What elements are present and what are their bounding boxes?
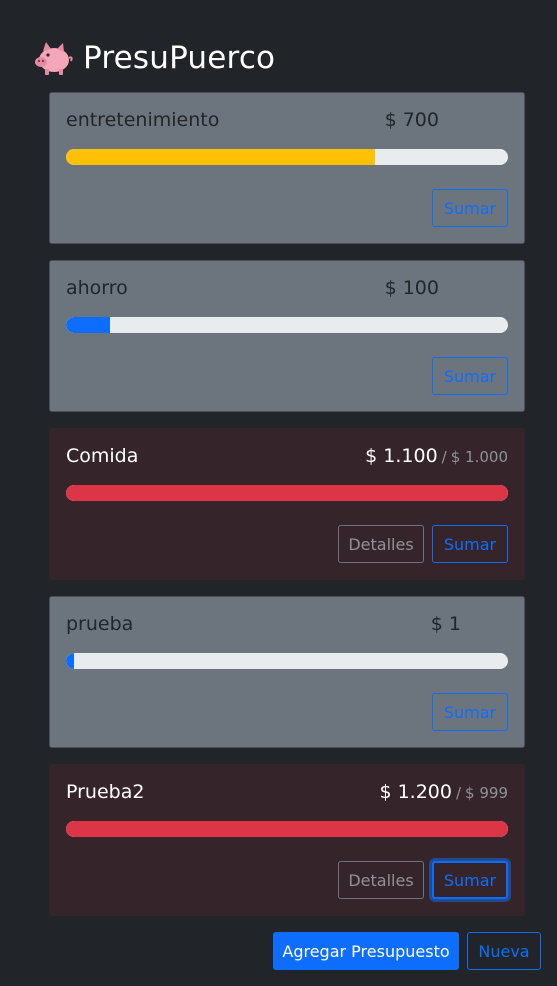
add-amount-button[interactable]: Sumar [432, 525, 508, 563]
progress-bar [66, 149, 508, 165]
add-amount-button[interactable]: Sumar [432, 357, 508, 395]
details-button[interactable]: Detalles [338, 861, 424, 899]
progress-bar [66, 653, 508, 669]
add-amount-button[interactable]: Sumar [432, 693, 508, 731]
budget-amount-group: $ 100 [385, 277, 439, 299]
app-title: PresuPuerco [83, 40, 276, 76]
budget-card: Comida $ 1.100/$ 1.000 Detalles Sumar [49, 428, 525, 580]
progress-fill [66, 485, 508, 501]
budget-amount-group: $ 700 [385, 109, 439, 131]
budget-amount-group: $ 1.100/$ 1.000 [365, 445, 508, 467]
budget-amount: $ 100 [384, 277, 439, 299]
budget-amount-group: $ 1 [431, 613, 461, 635]
progress-fill [66, 149, 376, 165]
budget-name: ahorro [66, 277, 128, 299]
progress-fill [66, 653, 74, 669]
progress-bar [66, 485, 508, 501]
budget-list: entretenimiento $ 700 Sumar ahorro $ 100 Suma… [49, 92, 525, 932]
budget-amount-group: $ 1.200/$ 999 [379, 781, 508, 803]
budget-name: prueba [66, 613, 134, 635]
budget-card: prueba $ 1 Sumar [49, 596, 525, 748]
budget-amount: $ 1.200 [379, 781, 452, 803]
new-button[interactable]: Nueva [467, 932, 541, 970]
budget-name: entretenimiento [66, 109, 220, 131]
budget-card: entretenimiento $ 700 Sumar [49, 92, 525, 244]
progress-bar [66, 317, 508, 333]
progress-fill [66, 821, 508, 837]
limit-separator: / [441, 448, 447, 466]
budget-amount: $ 1.100 [365, 445, 438, 467]
budget-card: Prueba2 $ 1.200/$ 999 Detalles Sumar [49, 764, 525, 916]
details-button[interactable]: Detalles [338, 525, 424, 563]
pig-icon [35, 42, 73, 75]
budget-amount: $ 700 [384, 109, 439, 131]
budget-limit: $ 1.000 [450, 448, 508, 466]
budget-name: Prueba2 [66, 781, 145, 803]
progress-fill [66, 317, 111, 333]
limit-separator: / [455, 784, 462, 802]
add-budget-button[interactable]: Agregar Presupuesto [273, 932, 459, 970]
progress-bar [66, 821, 508, 837]
budget-name: Comida [66, 445, 139, 467]
add-amount-button[interactable]: Sumar [432, 189, 508, 227]
add-amount-button[interactable]: Sumar [432, 861, 508, 899]
budget-limit: $ 999 [465, 784, 508, 802]
budget-amount: $ 1 [430, 613, 461, 635]
budget-card: ahorro $ 100 Sumar [49, 260, 525, 412]
app-header: PresuPuerco [33, 38, 275, 78]
